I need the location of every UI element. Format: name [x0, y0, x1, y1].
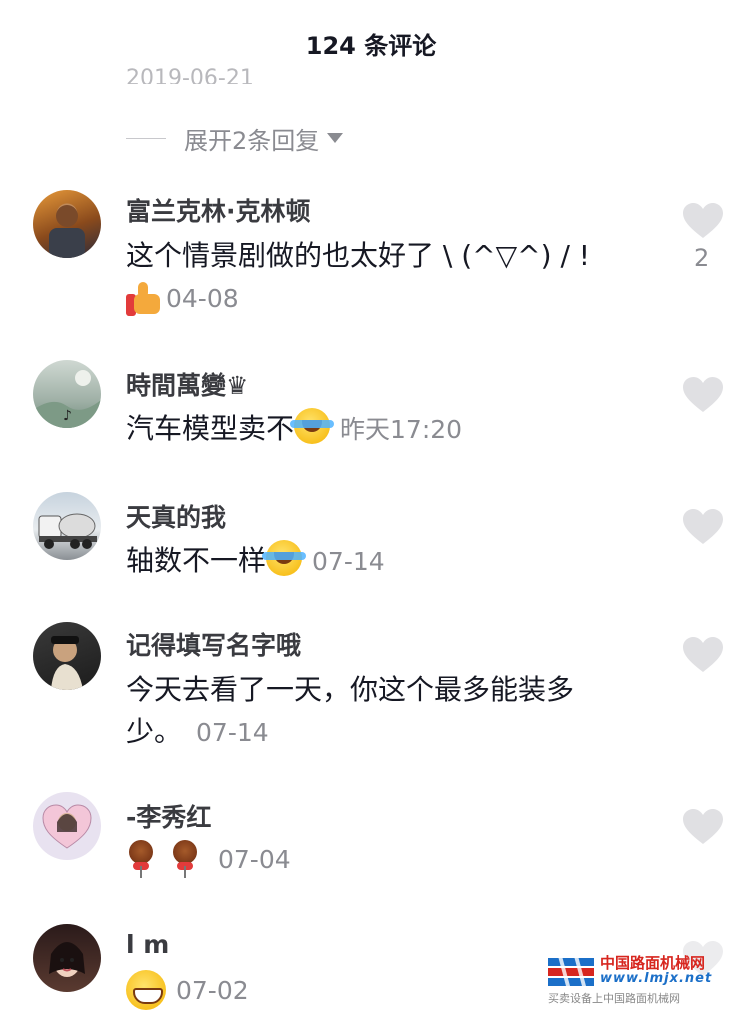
avatar-heart-girl-image [42, 804, 92, 849]
site-watermark: 中国路面机械网 www.lmjx.net 买卖设备上中国路面机械网 [548, 952, 732, 1008]
watermark-title: 中国路面机械网 [600, 954, 706, 972]
watermark-slogan: 买卖设备上中国路面机械网 [548, 992, 680, 1005]
heart-icon[interactable] [682, 508, 724, 546]
comment-body-line2: 少。 07-14 [126, 712, 269, 753]
comment-date: 07-14 [196, 718, 269, 747]
watermark-url: www.lmjx.net [600, 971, 713, 986]
comments-header: 124 条评论 [0, 0, 742, 84]
comment-text: 这个情景剧做的也太好了 \ (^▽^) / ! [126, 239, 590, 272]
laughing-tears-icon [290, 408, 335, 444]
avatar-landscape-image: ♪ [33, 370, 101, 428]
expand-replies-button[interactable]: 展开2条回复 [126, 120, 344, 156]
comment-date: 07-04 [218, 844, 291, 874]
lollipop-icon [170, 840, 200, 878]
comment-username[interactable]: 時間萬變♛ [126, 366, 248, 402]
avatar-truck-image [38, 513, 97, 549]
comment-date: 04-08 [166, 283, 239, 313]
comment-text: 轴数不一样 [126, 544, 267, 577]
comment-username[interactable]: 记得填写名字哦 [126, 626, 301, 662]
comment-text-continued: 少。 [126, 715, 183, 748]
grin-icon [126, 970, 166, 1010]
expand-replies-label: 展开2条回复 [184, 126, 320, 155]
avatar-franklin-image [49, 205, 85, 258]
like-count: 2 [694, 244, 710, 272]
avatar[interactable]: ♪ [33, 360, 101, 428]
svg-text:♪: ♪ [63, 408, 72, 424]
watermark-logo [548, 956, 594, 986]
divider-line [126, 137, 166, 139]
avatar-girl-image [49, 942, 85, 977]
lollipop-icon [126, 840, 156, 878]
heart-icon[interactable] [682, 808, 724, 846]
heart-icon[interactable] [682, 376, 724, 414]
comment-count-title: 124 条评论 [305, 32, 437, 60]
comment-date: 07-02 [176, 975, 249, 1005]
comment-meta: 07-02 [126, 970, 249, 1010]
heart-icon[interactable] [682, 636, 724, 674]
heart-icon[interactable] [682, 202, 724, 240]
chevron-down-icon [327, 133, 344, 143]
comment-username[interactable]: 天真的我 [126, 498, 226, 534]
comment-body: 轴数不一样 07-14 [126, 540, 385, 582]
laughing-tears-icon [262, 540, 307, 576]
avatar[interactable] [33, 492, 101, 560]
comment-username[interactable]: 富兰克林·克林顿 [126, 192, 311, 228]
comment-text: 今天去看了一天，你这个最多能装多 [126, 673, 575, 706]
comment-meta: 07-04 [126, 840, 291, 878]
avatar-man-image [51, 636, 83, 690]
comment-date: 07-14 [312, 547, 385, 576]
comment-text: 汽车模型卖不 [126, 412, 295, 445]
comment-body: 汽车模型卖不 昨天17:20 [126, 408, 462, 450]
avatar[interactable] [33, 190, 101, 258]
comment-meta: 04-08 [126, 280, 239, 316]
comment-date: 昨天17:20 [340, 415, 463, 444]
comment-username[interactable]: -李秀红 [126, 798, 211, 834]
avatar[interactable] [33, 792, 101, 860]
avatar[interactable] [33, 622, 101, 690]
avatar[interactable] [33, 924, 101, 992]
comment-username[interactable]: l m [126, 930, 169, 959]
previous-reply-date: 2019-06-21 [126, 66, 254, 84]
thumbs-up-icon [126, 280, 162, 316]
